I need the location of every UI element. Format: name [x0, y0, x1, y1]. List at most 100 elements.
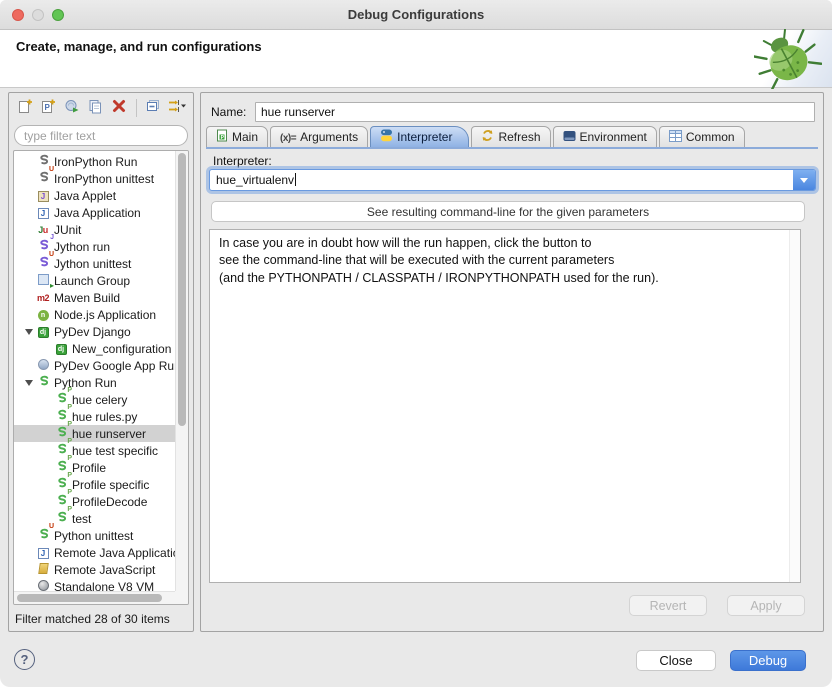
tab-common[interactable]: Common — [659, 126, 745, 147]
tree-item-python-unittest[interactable]: UPython unittest — [14, 527, 175, 544]
page-title: Create, manage, and run configurations — [16, 39, 262, 54]
ironpython-unittest-icon: U — [36, 170, 50, 187]
python-run-icon — [36, 374, 50, 391]
arguments-tab-icon: (x)= — [280, 130, 296, 144]
export-config-button[interactable] — [63, 99, 81, 117]
new-prototype-button[interactable]: P — [40, 99, 58, 117]
python-config-icon: P — [54, 459, 68, 476]
tree-item-label: Remote Java Application — [54, 546, 175, 560]
configurations-tree: IronPython RunUIronPython unittestJJava … — [13, 150, 189, 605]
interpreter-combo[interactable]: hue_virtualenv — [209, 169, 816, 191]
info-scrollbar[interactable] — [789, 230, 800, 582]
tree-item-maven-build[interactable]: m2Maven Build — [14, 289, 175, 306]
tree-item-python-run[interactable]: Python Run — [14, 374, 175, 391]
remote-javascript-icon — [36, 562, 50, 578]
expand-arrow-icon[interactable] — [25, 329, 33, 335]
java-applet-icon: J — [36, 188, 50, 204]
info-text: In case you are in doubt how will the ru… — [210, 230, 788, 287]
combo-dropdown-button[interactable] — [793, 170, 815, 190]
tree-item-ironpython-run[interactable]: IronPython Run — [14, 153, 175, 170]
tree-item-junit[interactable]: JuJUnit — [14, 221, 175, 238]
tree-item-label: Standalone V8 VM — [54, 580, 154, 592]
ironpython-run-icon — [36, 153, 50, 170]
nodejs-application-icon: n — [36, 306, 50, 323]
tree-item-ironpython-unittest[interactable]: UIronPython unittest — [14, 170, 175, 187]
python-config-icon: P — [54, 476, 68, 493]
revert-button[interactable]: Revert — [629, 595, 707, 616]
tab-arguments[interactable]: (x)=Arguments — [270, 126, 368, 147]
python-config-icon: P — [54, 408, 68, 425]
name-input[interactable] — [255, 102, 815, 122]
common-tab-icon — [669, 130, 682, 145]
tree-item-label: Jython unittest — [54, 257, 131, 271]
tree-horizontal-scrollbar[interactable] — [14, 591, 175, 604]
tree-item-jython-unittest[interactable]: U Jython unittest — [14, 255, 175, 272]
tree-item-new-configuration[interactable]: djNew_configuration — [14, 340, 175, 357]
tree-item-pydev-google-app-run[interactable]: PyDev Google App Run — [14, 357, 175, 374]
tree-item-launch-group[interactable]: ▸Launch Group — [14, 272, 175, 289]
tree-item-standalone-v8-vm[interactable]: Standalone V8 VM — [14, 578, 175, 591]
filter-menu-button[interactable] — [168, 99, 186, 117]
tab-interpreter[interactable]: Interpreter — [370, 126, 469, 147]
tree-item-label: Java Application — [54, 206, 141, 220]
debug-configurations-dialog: Debug Configurations Create, manage, and… — [0, 0, 832, 687]
new-config-button[interactable] — [16, 99, 34, 117]
tree-item-pydev-django[interactable]: djPyDev Django — [14, 323, 175, 340]
tree-item-profile-specific[interactable]: P Profile specific — [14, 476, 175, 493]
expand-arrow-icon[interactable] — [25, 380, 33, 386]
help-button[interactable]: ? — [14, 649, 35, 670]
tree-item-jython-run[interactable]: JJython run — [14, 238, 175, 255]
svg-text:P: P — [45, 103, 51, 112]
window-title: Debug Configurations — [0, 0, 832, 30]
tab-main[interactable]: PMain — [206, 126, 268, 147]
tree-item-hue-runserver[interactable]: Phue runserver — [14, 425, 175, 442]
jython-unittest-icon: U — [36, 255, 50, 272]
collapse-all-icon — [145, 98, 161, 119]
name-label: Name: — [211, 105, 246, 119]
filter-status: Filter matched 28 of 30 items — [9, 607, 193, 631]
duplicate-config-button[interactable] — [87, 99, 105, 117]
tree-item-node-js-application[interactable]: nNode.js Application — [14, 306, 175, 323]
tree-item-label: Java Applet — [54, 189, 116, 203]
tab-label: Interpreter — [397, 130, 452, 144]
export-config-icon — [64, 98, 80, 119]
tab-label: Refresh — [498, 130, 540, 144]
filter-input[interactable] — [14, 125, 188, 146]
toolbar-separator — [136, 99, 137, 117]
tree-item-hue-rules-py[interactable]: Phue rules.py — [14, 408, 175, 425]
java-application-icon: J — [36, 205, 50, 221]
close-button[interactable]: Close — [636, 650, 716, 671]
apply-button[interactable]: Apply — [727, 595, 805, 616]
debug-bug-icon — [742, 30, 832, 87]
tree-item-label: Profile specific — [72, 478, 149, 492]
tree-item-test[interactable]: Ptest — [14, 510, 175, 527]
tab-refresh[interactable]: Refresh — [471, 126, 550, 147]
duplicate-config-icon — [87, 98, 103, 119]
tree-item-profiledecode[interactable]: P ProfileDecode — [14, 493, 175, 510]
tree-item-hue-celery[interactable]: Phue celery — [14, 391, 175, 408]
tree-item-profile[interactable]: PProfile — [14, 459, 175, 476]
tree-item-remote-javascript[interactable]: Remote JavaScript — [14, 561, 175, 578]
interpreter-label: Interpreter: — [213, 154, 272, 168]
tree-item-label: Python Run — [54, 376, 117, 390]
python-config-icon: P — [54, 493, 68, 510]
tab-label: Environment — [580, 130, 647, 144]
interpreter-value: hue_virtualenv — [210, 173, 793, 187]
debug-button[interactable]: Debug — [730, 650, 806, 671]
configurations-panel: P IronPython RunUIronPython unittestJJav… — [8, 92, 194, 632]
tab-environment[interactable]: Environment — [553, 126, 657, 147]
see-command-line-button[interactable]: See resulting command-line for the given… — [211, 201, 805, 222]
delete-config-button[interactable] — [110, 99, 128, 117]
collapse-all-button[interactable] — [144, 99, 162, 117]
tree-item-java-application[interactable]: J Java Application — [14, 204, 175, 221]
tree-item-java-applet[interactable]: J Java Applet — [14, 187, 175, 204]
tree-item-label: ProfileDecode — [72, 495, 147, 509]
pydev-google-app-run-icon — [36, 358, 50, 374]
tree-item-remote-java-application[interactable]: JRemote Java Application — [14, 544, 175, 561]
new-prototype-icon: P — [40, 98, 56, 119]
tree-vertical-scrollbar[interactable] — [175, 151, 188, 591]
tree-item-label: JUnit — [54, 223, 81, 237]
tree-item-label: Maven Build — [54, 291, 120, 305]
tree-item-hue-test-specific[interactable]: Phue test specific — [14, 442, 175, 459]
text-caret — [295, 173, 296, 186]
